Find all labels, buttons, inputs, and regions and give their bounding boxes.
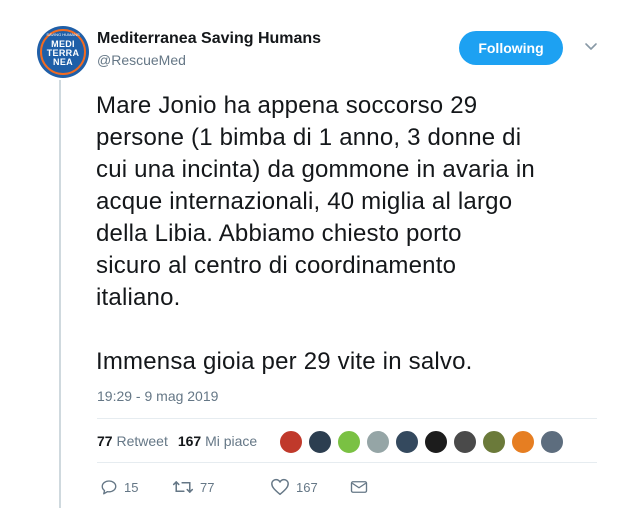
envelope-icon bbox=[350, 481, 368, 493]
liker-avatar-6[interactable] bbox=[424, 430, 448, 454]
avatar-arc-text: SAVING HUMANS bbox=[46, 32, 80, 37]
account-handle[interactable]: @RescueMed bbox=[97, 52, 186, 68]
reply-count: 15 bbox=[124, 479, 139, 495]
liker-avatar-9[interactable] bbox=[511, 430, 535, 454]
retweet-stat-count: 77 bbox=[97, 433, 113, 449]
retweet-icon bbox=[172, 481, 194, 493]
liker-avatar-2[interactable] bbox=[308, 430, 332, 454]
like-stat-count: 167 bbox=[177, 433, 202, 449]
like-action-count: 167 bbox=[296, 479, 318, 495]
liker-avatar-7[interactable] bbox=[453, 430, 477, 454]
divider-bottom bbox=[97, 462, 597, 463]
thread-line bbox=[59, 80, 61, 508]
tweet-timestamp[interactable]: 19:29 - 9 mag 2019 bbox=[97, 388, 218, 404]
like-stat-label: Mi piace bbox=[205, 433, 258, 449]
liker-avatar-10[interactable] bbox=[540, 430, 564, 454]
avatar[interactable]: SAVING HUMANS MEDI TERRA NEA bbox=[37, 26, 89, 78]
like-stat[interactable]: 167 Mi piace bbox=[178, 433, 257, 449]
retweet-action[interactable]: 77 bbox=[172, 478, 270, 496]
tweet-text: Mare Jonio ha appena soccorso 29 persone… bbox=[96, 92, 535, 375]
liker-avatar-8[interactable] bbox=[482, 430, 506, 454]
reply-action[interactable]: 15 bbox=[100, 478, 158, 496]
divider-top bbox=[97, 418, 597, 419]
liker-avatar-3[interactable] bbox=[337, 430, 361, 454]
direct-message-action[interactable] bbox=[350, 479, 368, 495]
liker-avatars bbox=[279, 430, 564, 454]
liker-avatar-4[interactable] bbox=[366, 430, 390, 454]
retweet-stat-label: Retweet bbox=[116, 433, 168, 449]
reply-icon bbox=[101, 480, 117, 495]
tweet-stats: 77 Retweet 167 Mi piace bbox=[97, 433, 257, 449]
retweet-action-count: 77 bbox=[200, 479, 215, 495]
liker-avatar-5[interactable] bbox=[395, 430, 419, 454]
avatar-logo-text: MEDI TERRA NEA bbox=[46, 39, 80, 67]
account-name[interactable]: Mediterranea Saving Humans bbox=[97, 30, 321, 48]
like-action[interactable]: 167 bbox=[270, 478, 350, 496]
chevron-down-icon[interactable] bbox=[583, 38, 599, 54]
tweet-actions: 15 77 167 bbox=[100, 478, 368, 496]
following-button[interactable]: Following bbox=[459, 31, 563, 65]
liker-avatar-1[interactable] bbox=[279, 430, 303, 454]
heart-icon bbox=[271, 478, 289, 496]
retweet-stat[interactable]: 77 Retweet bbox=[97, 433, 168, 449]
